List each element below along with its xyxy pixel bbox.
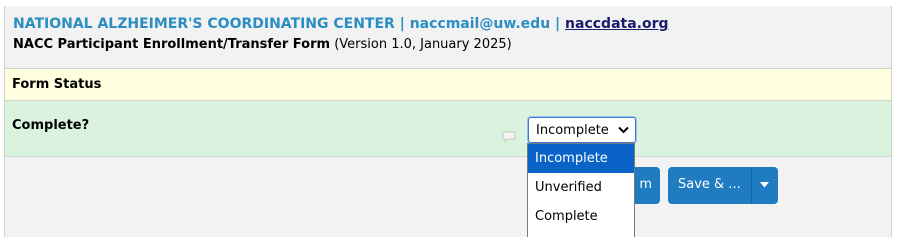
header-contact-line: NATIONAL ALZHEIMER'S COORDINATING CENTER… bbox=[13, 16, 669, 32]
save-and-button[interactable]: Save & ... bbox=[668, 167, 778, 204]
button-divider bbox=[751, 167, 752, 204]
form-name: NACC Participant Enrollment/Transfer For… bbox=[13, 37, 331, 52]
form-status-section-header: Form Status bbox=[5, 69, 891, 101]
section-title: Form Status bbox=[12, 77, 102, 92]
form-actions-row: m Save & ... bbox=[5, 157, 891, 237]
select-value: Incomplete bbox=[536, 123, 609, 138]
separator: | bbox=[550, 16, 566, 32]
caret-down-icon[interactable] bbox=[760, 182, 769, 188]
site-link[interactable]: naccdata.org bbox=[565, 16, 668, 32]
form-version: (Version 1.0, January 2025) bbox=[330, 37, 512, 52]
complete-status-options: Incomplete Unverified Complete bbox=[527, 143, 635, 237]
form-title-line: NACC Participant Enrollment/Transfer For… bbox=[13, 37, 512, 52]
form-header: NATIONAL ALZHEIMER'S COORDINATING CENTER… bbox=[5, 6, 891, 69]
org-name: NATIONAL ALZHEIMER'S COORDINATING CENTER bbox=[13, 16, 395, 32]
separator: | bbox=[394, 16, 410, 32]
option-complete[interactable]: Complete bbox=[528, 202, 634, 231]
complete-field-label: Complete? bbox=[12, 118, 90, 133]
button-label: m bbox=[639, 177, 652, 192]
data-entry-form: NATIONAL ALZHEIMER'S COORDINATING CENTER… bbox=[4, 6, 892, 237]
complete-field-row: Complete? Incomplete bbox=[5, 101, 891, 157]
chevron-down-icon bbox=[618, 126, 629, 134]
complete-status-select[interactable]: Incomplete bbox=[528, 117, 636, 143]
email-text: naccmail@uw.edu bbox=[409, 16, 551, 32]
button-label: Save & ... bbox=[678, 177, 741, 192]
option-incomplete[interactable]: Incomplete bbox=[528, 144, 634, 173]
option-unverified[interactable]: Unverified bbox=[528, 173, 634, 202]
comment-icon[interactable] bbox=[502, 131, 516, 142]
